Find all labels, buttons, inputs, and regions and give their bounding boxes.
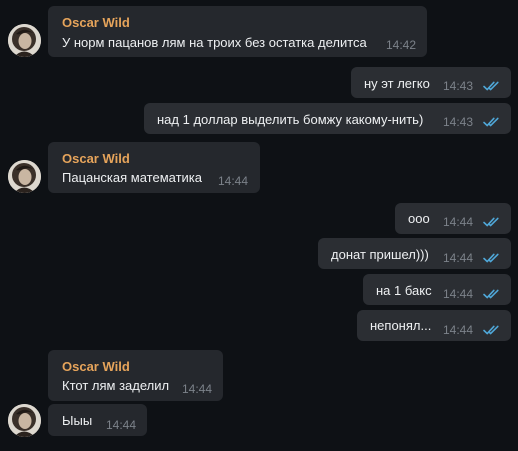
message-time: 14:44	[218, 174, 249, 188]
message-text: ооо	[408, 211, 430, 226]
sender-name[interactable]: Oscar Wild	[62, 359, 130, 374]
message-time: 14:44	[443, 251, 474, 265]
read-double-check-icon	[483, 217, 500, 227]
message-text: У норм пацанов лям на троих без остатка …	[62, 35, 367, 50]
message-text: над 1 доллар выделить бомжу какому-нить)	[157, 112, 424, 127]
read-double-check-icon	[483, 117, 500, 127]
oscar-wild-avatar-icon	[8, 24, 41, 57]
message-bubble-outgoing: донат пришел))) 14:44	[318, 238, 511, 269]
message-bubble-incoming: Oscar Wild Ктот лям заделил 14:44	[48, 350, 223, 401]
message-bubble-outgoing: ну эт легко 14:43	[351, 67, 511, 98]
message-time: 14:44	[182, 382, 213, 396]
avatar[interactable]	[8, 160, 41, 193]
message-time: 14:42	[386, 38, 417, 52]
message-time: 14:43	[443, 79, 474, 93]
message-time: 14:44	[443, 215, 474, 229]
message-text: на 1 бакс	[376, 283, 432, 298]
message-time: 14:44	[106, 418, 137, 432]
message-text: Пацанская математика	[62, 170, 203, 185]
message-bubble-outgoing: ооо 14:44	[395, 203, 511, 234]
message-time: 14:43	[443, 115, 474, 129]
avatar[interactable]	[8, 24, 41, 57]
message-text: непонял...	[370, 318, 432, 333]
message-bubble-incoming: Oscar Wild Пацанская математика 14:44	[48, 142, 260, 193]
message-text: донат пришел)))	[331, 247, 429, 262]
sender-name[interactable]: Oscar Wild	[62, 15, 130, 30]
message-bubble-incoming: Oscar Wild У норм пацанов лям на троих б…	[48, 6, 427, 57]
message-bubble-outgoing: над 1 доллар выделить бомжу какому-нить)…	[144, 103, 511, 134]
message-time: 14:44	[443, 287, 474, 301]
read-double-check-icon	[483, 81, 500, 91]
read-double-check-icon	[483, 325, 500, 335]
message-text: ну эт легко	[364, 76, 430, 91]
oscar-wild-avatar-icon	[8, 404, 41, 437]
message-bubble-outgoing: непонял... 14:44	[357, 310, 511, 341]
message-text: Ыыы	[62, 413, 93, 428]
read-double-check-icon	[483, 253, 500, 263]
sender-name[interactable]: Oscar Wild	[62, 151, 130, 166]
message-bubble-outgoing: на 1 бакс 14:44	[363, 274, 511, 305]
oscar-wild-avatar-icon	[8, 160, 41, 193]
message-text: Ктот лям заделил	[62, 378, 170, 393]
avatar[interactable]	[8, 404, 41, 437]
read-double-check-icon	[483, 289, 500, 299]
message-bubble-incoming: Ыыы 14:44	[48, 404, 147, 436]
message-time: 14:44	[443, 323, 474, 337]
